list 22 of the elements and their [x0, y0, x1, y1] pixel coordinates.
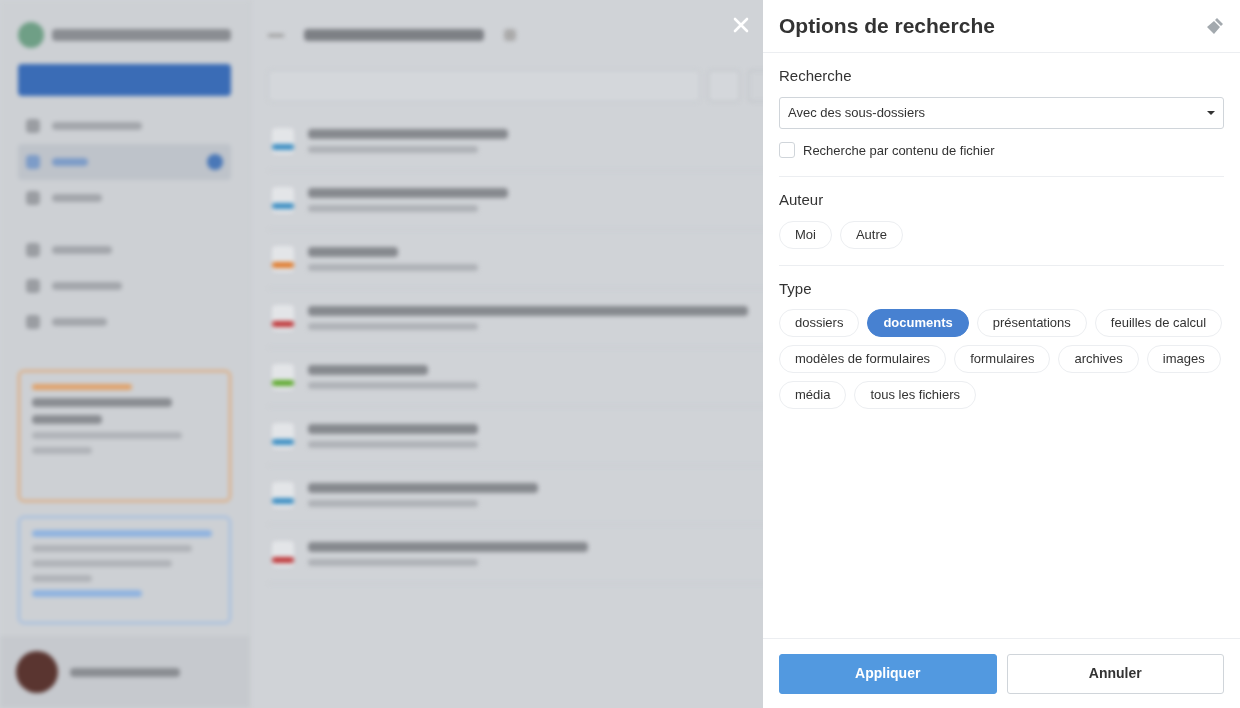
- filter-tag[interactable]: dossiers: [779, 309, 860, 337]
- filter-tag[interactable]: média: [779, 381, 847, 409]
- filter-tag[interactable]: formulaires: [954, 345, 1051, 373]
- filter-tag[interactable]: feuilles de calcul: [1094, 309, 1223, 337]
- cancel-button[interactable]: Annuler: [1006, 653, 1224, 694]
- filter-tag[interactable]: documents: [867, 309, 969, 337]
- filter-tag[interactable]: Autre: [839, 220, 904, 249]
- filter-tag[interactable]: tous les fichiers: [854, 381, 976, 409]
- caret-icon: [1207, 110, 1215, 115]
- filter-tag[interactable]: modèles de formulaires: [779, 345, 947, 373]
- subfolders-dropdown[interactable]: Avec des sous-dossiers: [779, 96, 1224, 129]
- filter-tag[interactable]: images: [1146, 345, 1221, 373]
- filter-tag[interactable]: Moi: [779, 220, 832, 249]
- checkbox-label[interactable]: Recherche par contenu de fichier: [803, 140, 995, 160]
- broom-icon[interactable]: [1206, 17, 1224, 35]
- panel-title: Options de recherche: [779, 13, 995, 40]
- checkbox[interactable]: [779, 142, 795, 159]
- filter-tag[interactable]: présentations: [976, 309, 1087, 337]
- filter-tag[interactable]: archives: [1058, 345, 1139, 373]
- section-heading: Auteur: [779, 190, 825, 210]
- section-heading: Recherche: [779, 66, 853, 86]
- section-heading: Type: [779, 278, 813, 299]
